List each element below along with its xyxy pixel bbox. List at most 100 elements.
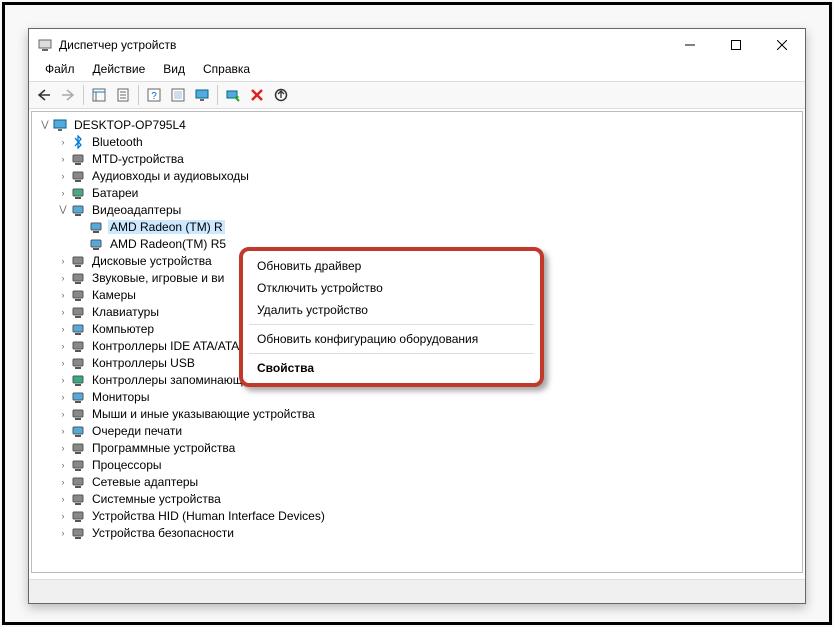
- tree-node-system[interactable]: ›Системные устройства: [32, 490, 802, 507]
- tree-node-label: Сетевые адаптеры: [90, 475, 200, 489]
- forward-icon: [61, 89, 75, 101]
- chevron-right-icon[interactable]: ›: [56, 137, 70, 147]
- context-menu-update[interactable]: Обновить драйвер: [243, 255, 540, 277]
- toolbar-fwd-button[interactable]: [57, 84, 79, 106]
- tree-node-label: Аудиовходы и аудиовыходы: [90, 169, 251, 183]
- tree-node-software[interactable]: ›Программные устройства: [32, 439, 802, 456]
- help-icon: ?: [147, 88, 161, 102]
- menu-help[interactable]: Справка: [195, 61, 258, 81]
- device-icon: [70, 134, 86, 150]
- screen-icon: [195, 88, 209, 102]
- device-icon: [70, 338, 86, 354]
- disable-icon: [274, 88, 288, 102]
- delete-icon: [250, 88, 264, 102]
- tree-node-label: Контроллеры USB: [90, 356, 197, 370]
- close-button[interactable]: [759, 29, 805, 61]
- tree-node-security[interactable]: ›Устройства безопасности: [32, 524, 802, 541]
- toolbar-scan-button[interactable]: [222, 84, 244, 106]
- chevron-right-icon[interactable]: ›: [56, 154, 70, 164]
- tree-node-label: Мониторы: [90, 390, 151, 404]
- menu-file[interactable]: Файл: [37, 61, 83, 81]
- toolbar-separator: [83, 85, 84, 105]
- toolbar-help-button[interactable]: ?: [143, 84, 165, 106]
- chevron-right-icon[interactable]: ›: [56, 392, 70, 402]
- statusbar: [29, 579, 805, 603]
- chevron-right-icon[interactable]: ›: [56, 307, 70, 317]
- tree-node-audio[interactable]: › Аудиовходы и аудиовыходы: [32, 167, 802, 184]
- toolbar-screen-button[interactable]: [191, 84, 213, 106]
- chevron-down-icon[interactable]: ⋁: [56, 204, 70, 215]
- tree-node-label: Клавиатуры: [90, 305, 161, 319]
- back-icon: [37, 89, 51, 101]
- toolbar-separator: [217, 85, 218, 105]
- chevron-right-icon[interactable]: ›: [56, 528, 70, 538]
- device-icon: [70, 491, 86, 507]
- device-icon: [70, 287, 86, 303]
- tree-node-cpu[interactable]: ›Процессоры: [32, 456, 802, 473]
- tree-node-video[interactable]: ⋁ Видеоадаптеры: [32, 201, 802, 218]
- chevron-right-icon[interactable]: ›: [56, 426, 70, 436]
- device-icon: [70, 525, 86, 541]
- menubar: Файл Действие Вид Справка: [29, 61, 805, 81]
- tree-node-label: Компьютер: [90, 322, 156, 336]
- context-menu-uninstall[interactable]: Удалить устройство: [243, 299, 540, 321]
- tree-node-label: Видеоадаптеры: [90, 203, 183, 217]
- tree-node-label: Контроллеры IDE ATA/ATAPI: [90, 339, 253, 353]
- toolbar-delete-button[interactable]: [246, 84, 268, 106]
- chevron-right-icon[interactable]: ›: [56, 477, 70, 487]
- chevron-right-icon[interactable]: ›: [56, 358, 70, 368]
- tree-node-label: Устройства HID (Human Interface Devices): [90, 509, 327, 523]
- maximize-button[interactable]: [713, 29, 759, 61]
- chevron-right-icon[interactable]: ›: [56, 494, 70, 504]
- chevron-right-icon[interactable]: ›: [56, 460, 70, 470]
- context-menu-props[interactable]: Свойства: [243, 357, 540, 379]
- context-menu-separator: [249, 324, 534, 325]
- tree-node-monitor[interactable]: › Мониторы: [32, 388, 802, 405]
- device-icon: [70, 321, 86, 337]
- tree-node-mtd[interactable]: ›MTD-устройства: [32, 150, 802, 167]
- minimize-button[interactable]: [667, 29, 713, 61]
- menu-view[interactable]: Вид: [155, 61, 193, 81]
- tree-node-label: AMD Radeon (TM) R: [108, 220, 225, 234]
- context-menu-separator: [249, 353, 534, 354]
- chevron-right-icon[interactable]: ›: [56, 290, 70, 300]
- chevron-right-icon[interactable]: ›: [56, 511, 70, 521]
- toolbar-show-button[interactable]: [167, 84, 189, 106]
- chevron-right-icon[interactable]: ›: [56, 409, 70, 419]
- tree-node-network[interactable]: › Сетевые адаптеры: [32, 473, 802, 490]
- device-icon: [88, 219, 104, 235]
- tree-node-mouse[interactable]: ›Мыши и иные указывающие устройства: [32, 405, 802, 422]
- tree-node-hid[interactable]: › Устройства HID (Human Interface Devices…: [32, 507, 802, 524]
- menu-action[interactable]: Действие: [85, 61, 154, 81]
- show-hidden-icon: [171, 88, 185, 102]
- tree-node-label: Очереди печати: [90, 424, 184, 438]
- titlebar: Диспетчер устройств: [29, 29, 805, 61]
- tree-node-bluetooth[interactable]: ›Bluetooth: [32, 133, 802, 150]
- chevron-right-icon[interactable]: ›: [56, 443, 70, 453]
- chevron-right-icon[interactable]: ›: [56, 188, 70, 198]
- context-menu-scan[interactable]: Обновить конфигурацию оборудования: [243, 328, 540, 350]
- chevron-right-icon[interactable]: ›: [56, 341, 70, 351]
- chevron-right-icon[interactable]: ›: [56, 256, 70, 266]
- tree-node-battery[interactable]: ›Батареи: [32, 184, 802, 201]
- chevron-right-icon[interactable]: ›: [56, 171, 70, 181]
- tree-node-root[interactable]: ⋁DESKTOP-OP795L4: [32, 116, 802, 133]
- device-icon: [70, 151, 86, 167]
- device-icon: [70, 508, 86, 524]
- device-icon: [70, 406, 86, 422]
- chevron-right-icon[interactable]: ›: [56, 273, 70, 283]
- scan-icon: [226, 88, 240, 102]
- toolbar-showtree-button[interactable]: [88, 84, 110, 106]
- context-menu-disable[interactable]: Отключить устройство: [243, 277, 540, 299]
- toolbar-prop-button[interactable]: [112, 84, 134, 106]
- device-icon: [70, 474, 86, 490]
- chevron-right-icon[interactable]: ›: [56, 375, 70, 385]
- tree-node-gpu0[interactable]: AMD Radeon (TM) R: [32, 218, 802, 235]
- chevron-down-icon[interactable]: ⋁: [38, 119, 52, 130]
- chevron-right-icon[interactable]: ›: [56, 324, 70, 334]
- device-icon: [70, 253, 86, 269]
- toolbar-off-button[interactable]: [270, 84, 292, 106]
- device-icon: [70, 202, 86, 218]
- toolbar-back-button[interactable]: [33, 84, 55, 106]
- tree-node-printq[interactable]: › Очереди печати: [32, 422, 802, 439]
